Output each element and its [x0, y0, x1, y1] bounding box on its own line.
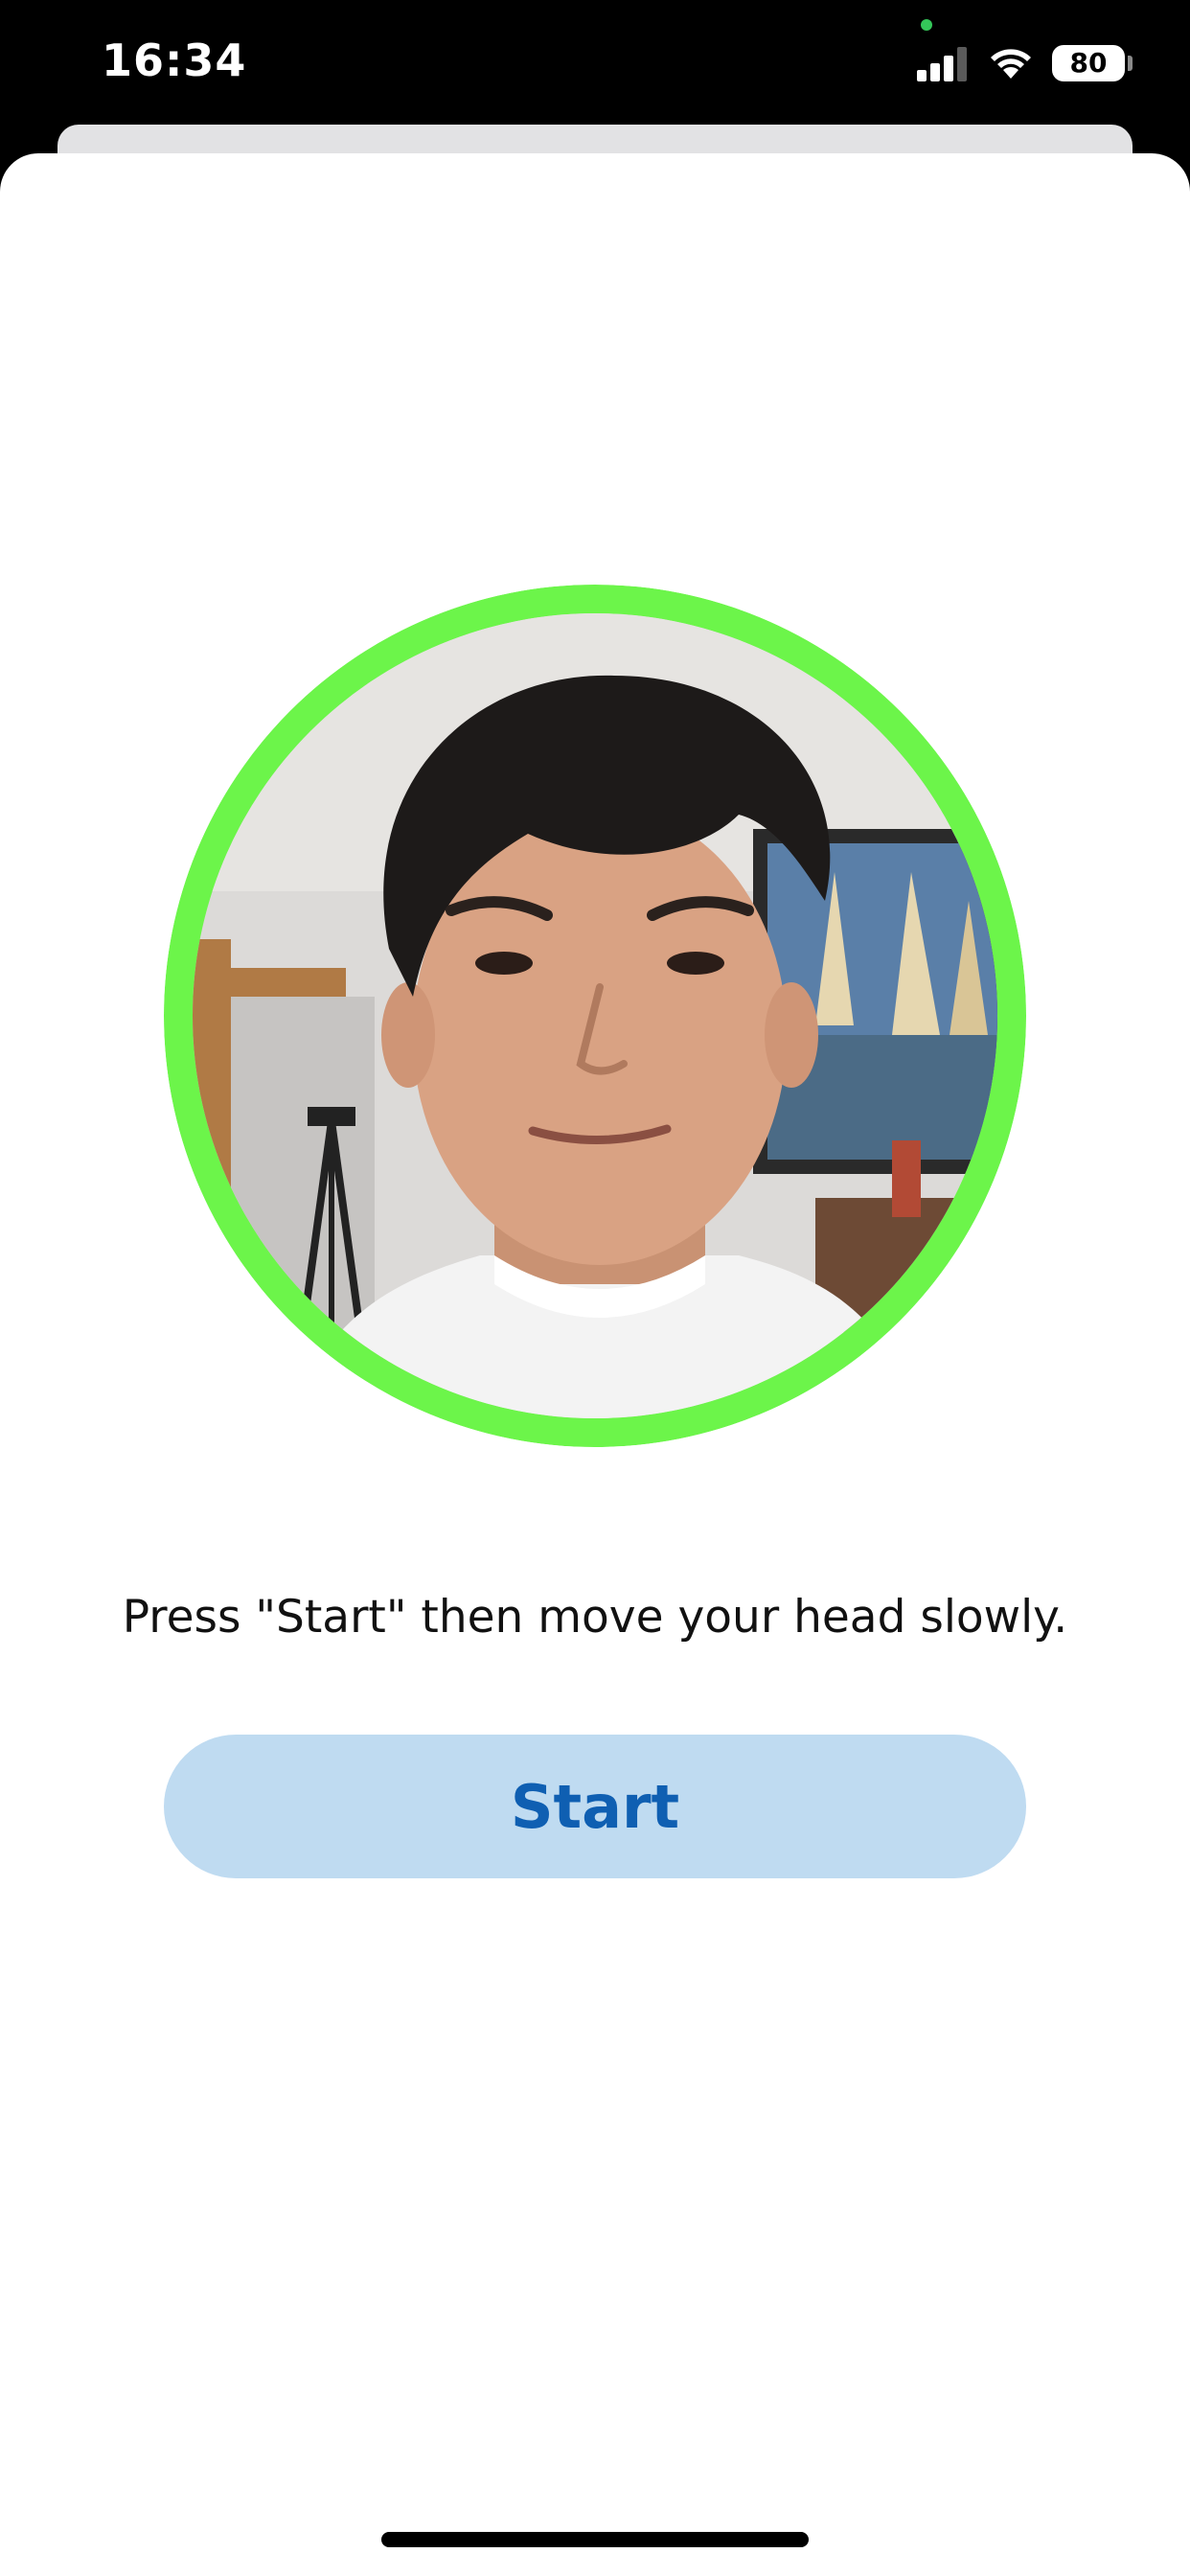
- home-indicator[interactable]: [381, 2532, 809, 2547]
- camera-feed-image: [164, 585, 1026, 1447]
- instruction-text: Press "Start" then move your head slowly…: [122, 1591, 1068, 1644]
- wifi-icon: [991, 49, 1031, 79]
- face-scan-screen: 16:34 80 Press "Start" then move your he…: [0, 0, 1190, 2576]
- status-time: 16:34: [102, 34, 247, 86]
- camera-in-use-indicator: [921, 19, 932, 31]
- battery-icon: 80: [1052, 45, 1125, 81]
- battery-tip: [1128, 56, 1133, 71]
- camera-preview: [164, 585, 1026, 1447]
- cellular-signal-icon: [917, 47, 967, 81]
- start-button[interactable]: Start: [164, 1735, 1026, 1878]
- status-bar: 16:34 80: [0, 0, 1190, 144]
